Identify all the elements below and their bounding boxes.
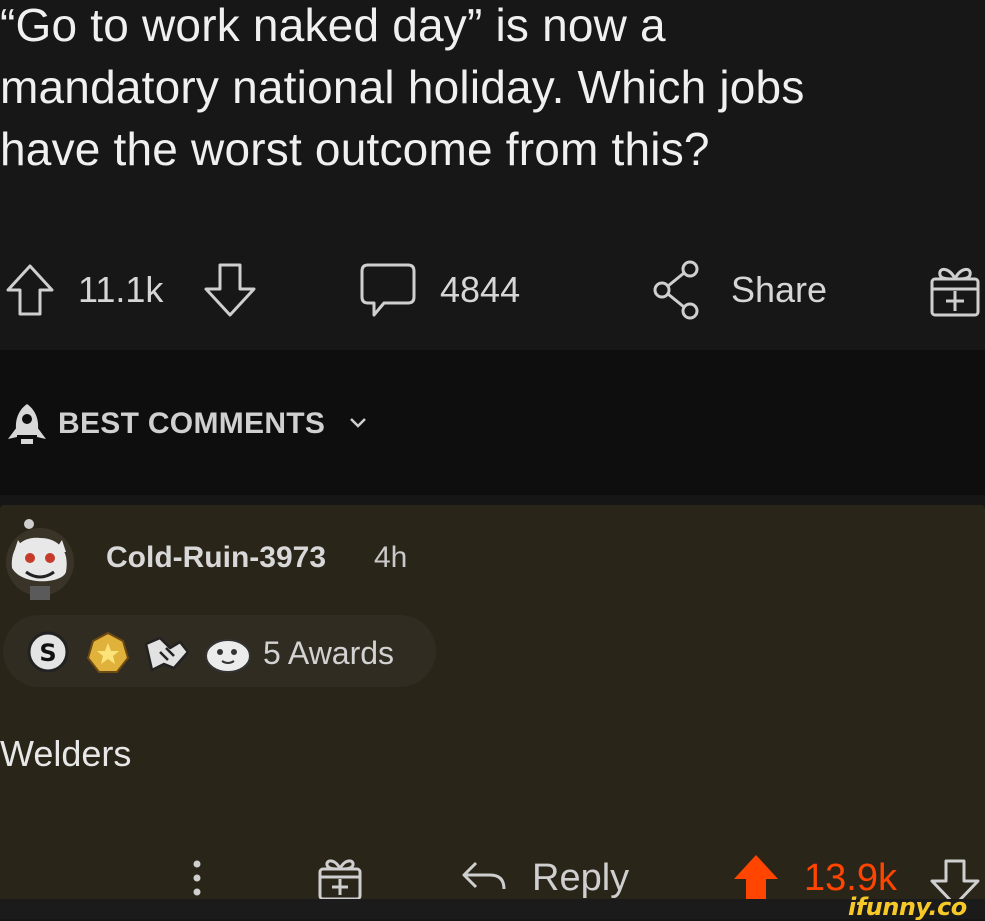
- comment-body: Welders: [0, 733, 132, 774]
- wholesome-award-icon: [205, 639, 251, 673]
- gift-icon: [930, 268, 980, 317]
- share-label: Share: [731, 269, 828, 310]
- share-icon: [653, 260, 699, 320]
- post-action-bar: 11.1k 4844 Share: [0, 255, 985, 325]
- gold-award-icon: [86, 631, 130, 673]
- rocket-icon: [8, 404, 46, 444]
- watermark: ifunny.co: [848, 893, 967, 921]
- svg-text:S: S: [39, 639, 56, 667]
- share-button[interactable]: [650, 255, 706, 325]
- downvote-arrow-icon: [204, 263, 256, 317]
- reply-button[interactable]: Reply: [532, 857, 629, 900]
- more-dots-icon[interactable]: [190, 858, 204, 898]
- upvote-button[interactable]: [4, 255, 56, 325]
- silver-award-icon: S: [27, 631, 69, 673]
- upvote-arrow-icon[interactable]: [732, 853, 780, 905]
- post-title: “Go to work naked day” is now a mandator…: [0, 0, 805, 175]
- comments-button[interactable]: [358, 255, 418, 325]
- post-comment-count: 4844: [440, 269, 521, 310]
- handshake-award-icon: [144, 636, 190, 672]
- downvote-button[interactable]: [202, 255, 258, 325]
- comment-bubble-icon: [360, 263, 416, 317]
- post: “Go to work naked day” is now a mandator…: [0, 0, 985, 350]
- avatar[interactable]: [4, 518, 74, 602]
- comment-username[interactable]: Cold-Ruin-3973: [106, 541, 326, 575]
- upvote-arrow-icon: [6, 264, 54, 316]
- chevron-down-icon[interactable]: [348, 413, 368, 433]
- post-award-button[interactable]: [928, 255, 982, 325]
- comment-timestamp: 4h: [374, 541, 408, 574]
- reply-arrow-icon[interactable]: [460, 857, 508, 897]
- post-vote-count: 11.1k: [78, 269, 164, 310]
- bottom-strip: [0, 899, 985, 919]
- comments-sort-label[interactable]: BEST COMMENTS: [58, 407, 325, 441]
- awards-count[interactable]: 5 Awards: [263, 635, 394, 672]
- gift-icon[interactable]: [316, 853, 364, 903]
